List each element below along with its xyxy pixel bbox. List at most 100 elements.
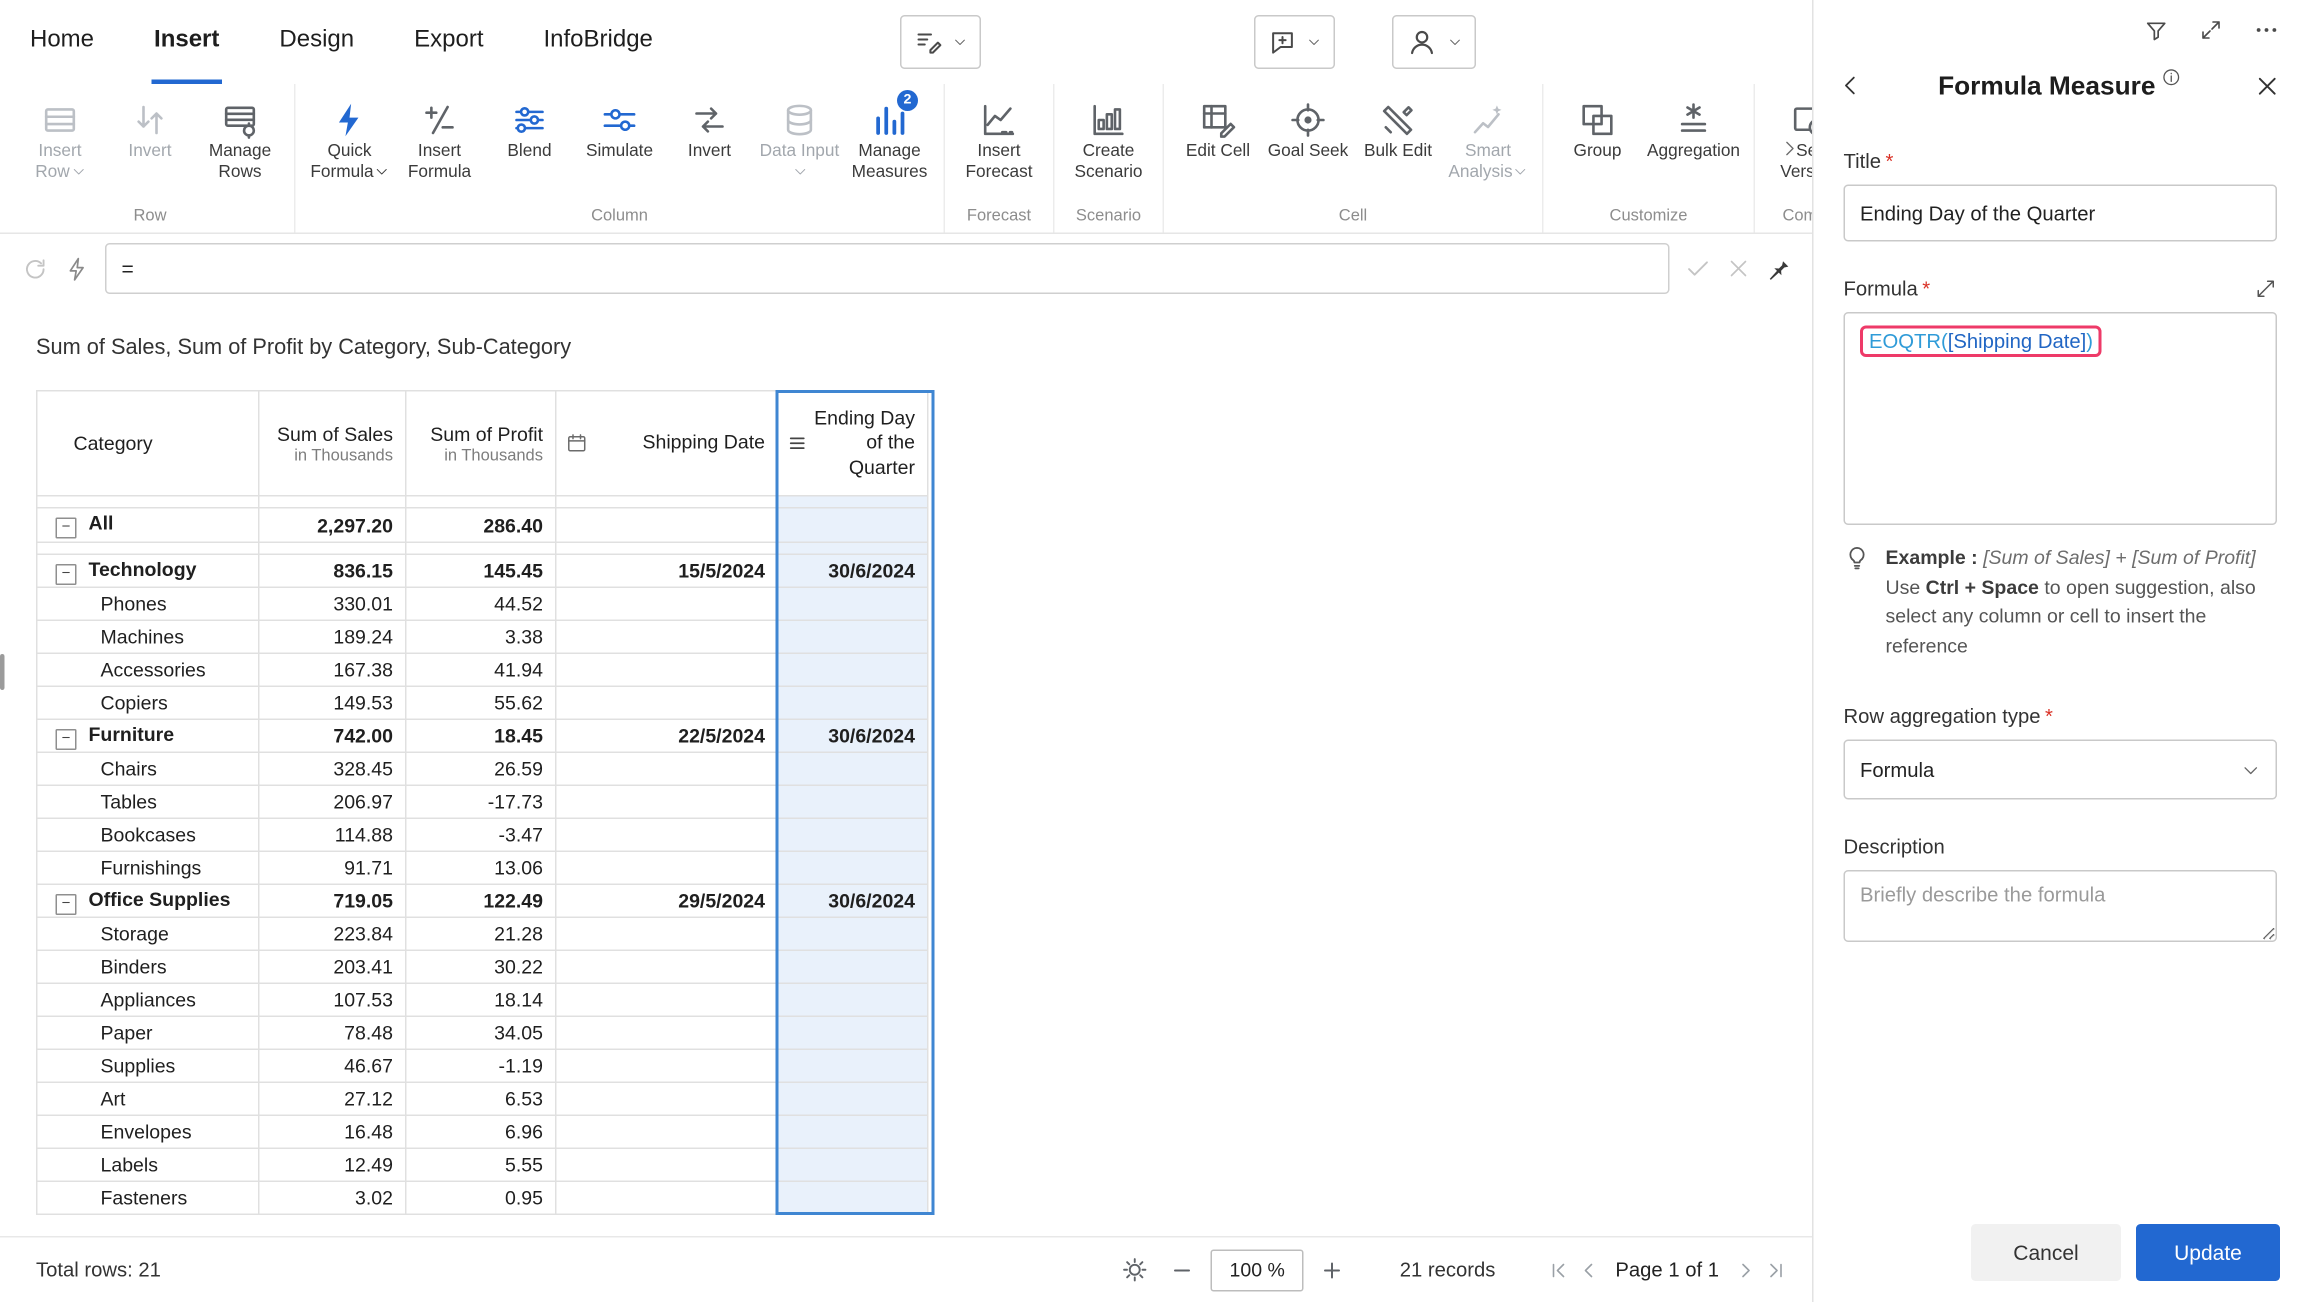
cell-category[interactable]: Tables (37, 785, 259, 818)
cell-ending-day[interactable] (778, 983, 928, 1016)
cell-sales[interactable]: 206.97 (259, 785, 406, 818)
cell-shipping-date[interactable] (556, 917, 778, 950)
cell-category[interactable]: Chairs (37, 752, 259, 785)
cell-profit[interactable]: 21.28 (406, 917, 556, 950)
cell-sales[interactable]: 223.84 (259, 917, 406, 950)
title-field-input[interactable] (1844, 185, 2278, 242)
cell-category[interactable]: Appliances (37, 983, 259, 1016)
cell-profit[interactable]: 5.55 (406, 1148, 556, 1181)
cell-profit[interactable]: 18.45 (406, 719, 556, 752)
cell-ending-day[interactable] (778, 508, 928, 543)
cell-sales[interactable]: 719.05 (259, 884, 406, 917)
cell-category[interactable]: Furnishings (37, 851, 259, 884)
table-row[interactable]: Fasteners3.020.95 (37, 1181, 928, 1214)
table-row[interactable]: Furnishings91.7113.06 (37, 851, 928, 884)
ribbon-group-button[interactable]: Group (1553, 95, 1643, 165)
cell-category[interactable]: Art (37, 1082, 259, 1115)
menu-item-design[interactable]: Design (276, 0, 357, 84)
cell-profit[interactable]: 26.59 (406, 752, 556, 785)
cell-ending-day[interactable] (778, 1115, 928, 1148)
cell-sales[interactable]: 189.24 (259, 620, 406, 653)
cell-ending-day[interactable] (778, 752, 928, 785)
menu-item-export[interactable]: Export (411, 0, 486, 84)
cell-profit[interactable]: 55.62 (406, 686, 556, 719)
ribbon-smart-analysis-button[interactable]: Smart Analysis (1443, 95, 1533, 185)
cell-category[interactable]: Storage (37, 917, 259, 950)
cell-profit[interactable]: 6.96 (406, 1115, 556, 1148)
collapse-toggle-icon[interactable]: − (56, 893, 77, 914)
table-row[interactable]: Supplies46.67-1.19 (37, 1049, 928, 1082)
ribbon-data-input-button[interactable]: Data Input (755, 95, 845, 185)
cell-shipping-date[interactable] (556, 851, 778, 884)
cell-shipping-date[interactable] (556, 653, 778, 686)
cell-profit[interactable]: 13.06 (406, 851, 556, 884)
table-row[interactable]: Accessories167.3841.94 (37, 653, 928, 686)
cell-ending-day[interactable] (778, 686, 928, 719)
cell-sales[interactable]: 91.71 (259, 851, 406, 884)
cell-ending-day[interactable] (778, 1082, 928, 1115)
cell-sales[interactable]: 27.12 (259, 1082, 406, 1115)
cell-category[interactable]: −Technology (37, 554, 259, 587)
cell-ending-day[interactable] (778, 1148, 928, 1181)
cell-ending-day[interactable] (778, 785, 928, 818)
back-icon[interactable] (1838, 72, 1865, 99)
ribbon-invert-button[interactable]: Invert (105, 95, 195, 165)
cell-profit[interactable]: -17.73 (406, 785, 556, 818)
cell-profit[interactable]: 6.53 (406, 1082, 556, 1115)
column-header-ending-day[interactable]: Ending Day of the Quarter (778, 391, 928, 496)
cell-sales[interactable]: 46.67 (259, 1049, 406, 1082)
cell-shipping-date[interactable] (556, 983, 778, 1016)
cell-category[interactable]: Envelopes (37, 1115, 259, 1148)
cell-category[interactable]: Copiers (37, 686, 259, 719)
cell-sales[interactable]: 167.38 (259, 653, 406, 686)
first-page-icon[interactable] (1546, 1258, 1570, 1282)
menu-item-insert[interactable]: Insert (151, 0, 222, 84)
table-row[interactable]: Chairs328.4526.59 (37, 752, 928, 785)
collapse-toggle-icon[interactable]: − (56, 518, 77, 539)
cell-shipping-date[interactable] (556, 752, 778, 785)
cell-sales[interactable]: 78.48 (259, 1016, 406, 1049)
table-row[interactable]: Labels12.495.55 (37, 1148, 928, 1181)
zoom-out-icon[interactable] (1170, 1258, 1194, 1282)
cell-sales[interactable]: 2,297.20 (259, 508, 406, 543)
cell-shipping-date[interactable]: 22/5/2024 (556, 719, 778, 752)
table-row[interactable]: Storage223.8421.28 (37, 917, 928, 950)
cell-profit[interactable]: 30.22 (406, 950, 556, 983)
left-resize-handle[interactable] (0, 654, 5, 690)
aggregation-select[interactable]: Formula (1844, 740, 2278, 800)
cell-shipping-date[interactable] (556, 785, 778, 818)
cell-ending-day[interactable] (778, 1016, 928, 1049)
cell-shipping-date[interactable] (556, 1148, 778, 1181)
cell-shipping-date[interactable] (556, 508, 778, 543)
column-header-profit[interactable]: Sum of Profit in Thousands (406, 391, 556, 496)
update-button[interactable]: Update (2136, 1224, 2280, 1281)
cell-ending-day[interactable] (778, 917, 928, 950)
table-row[interactable]: Machines189.243.38 (37, 620, 928, 653)
history-icon[interactable] (21, 254, 50, 283)
cell-category[interactable]: Machines (37, 620, 259, 653)
cell-sales[interactable]: 107.53 (259, 983, 406, 1016)
cell-ending-day[interactable] (778, 1181, 928, 1214)
ribbon-quick-formula-button[interactable]: Quick Formula (305, 95, 395, 185)
ribbon-goal-seek-button[interactable]: Goal Seek (1263, 95, 1353, 165)
column-header-sales[interactable]: Sum of Sales in Thousands (259, 391, 406, 496)
table-row[interactable]: Copiers149.5355.62 (37, 686, 928, 719)
cell-category[interactable]: −Office Supplies (37, 884, 259, 917)
formula-editor[interactable]: EOQTR([Shipping Date]) (1844, 312, 2278, 525)
ribbon-create-scenario-button[interactable]: Create Scenario (1064, 95, 1154, 185)
expand-formula-icon[interactable] (2255, 278, 2278, 301)
flash-icon[interactable] (65, 256, 91, 282)
cell-shipping-date[interactable] (556, 818, 778, 851)
collapse-toggle-icon[interactable]: − (56, 728, 77, 749)
cell-profit[interactable]: 145.45 (406, 554, 556, 587)
expand-window-icon[interactable] (2199, 18, 2223, 42)
cell-profit[interactable]: -1.19 (406, 1049, 556, 1082)
collapse-toggle-icon[interactable]: − (56, 563, 77, 584)
ribbon-manage-rows-button[interactable]: Manage Rows (195, 95, 285, 185)
description-textarea[interactable] (1844, 870, 2278, 942)
cell-category[interactable]: Paper (37, 1016, 259, 1049)
cell-shipping-date[interactable] (556, 950, 778, 983)
column-header-category[interactable]: Category (37, 391, 259, 496)
cell-profit[interactable]: 286.40 (406, 508, 556, 543)
column-header-shipping-date[interactable]: Shipping Date (556, 391, 778, 496)
